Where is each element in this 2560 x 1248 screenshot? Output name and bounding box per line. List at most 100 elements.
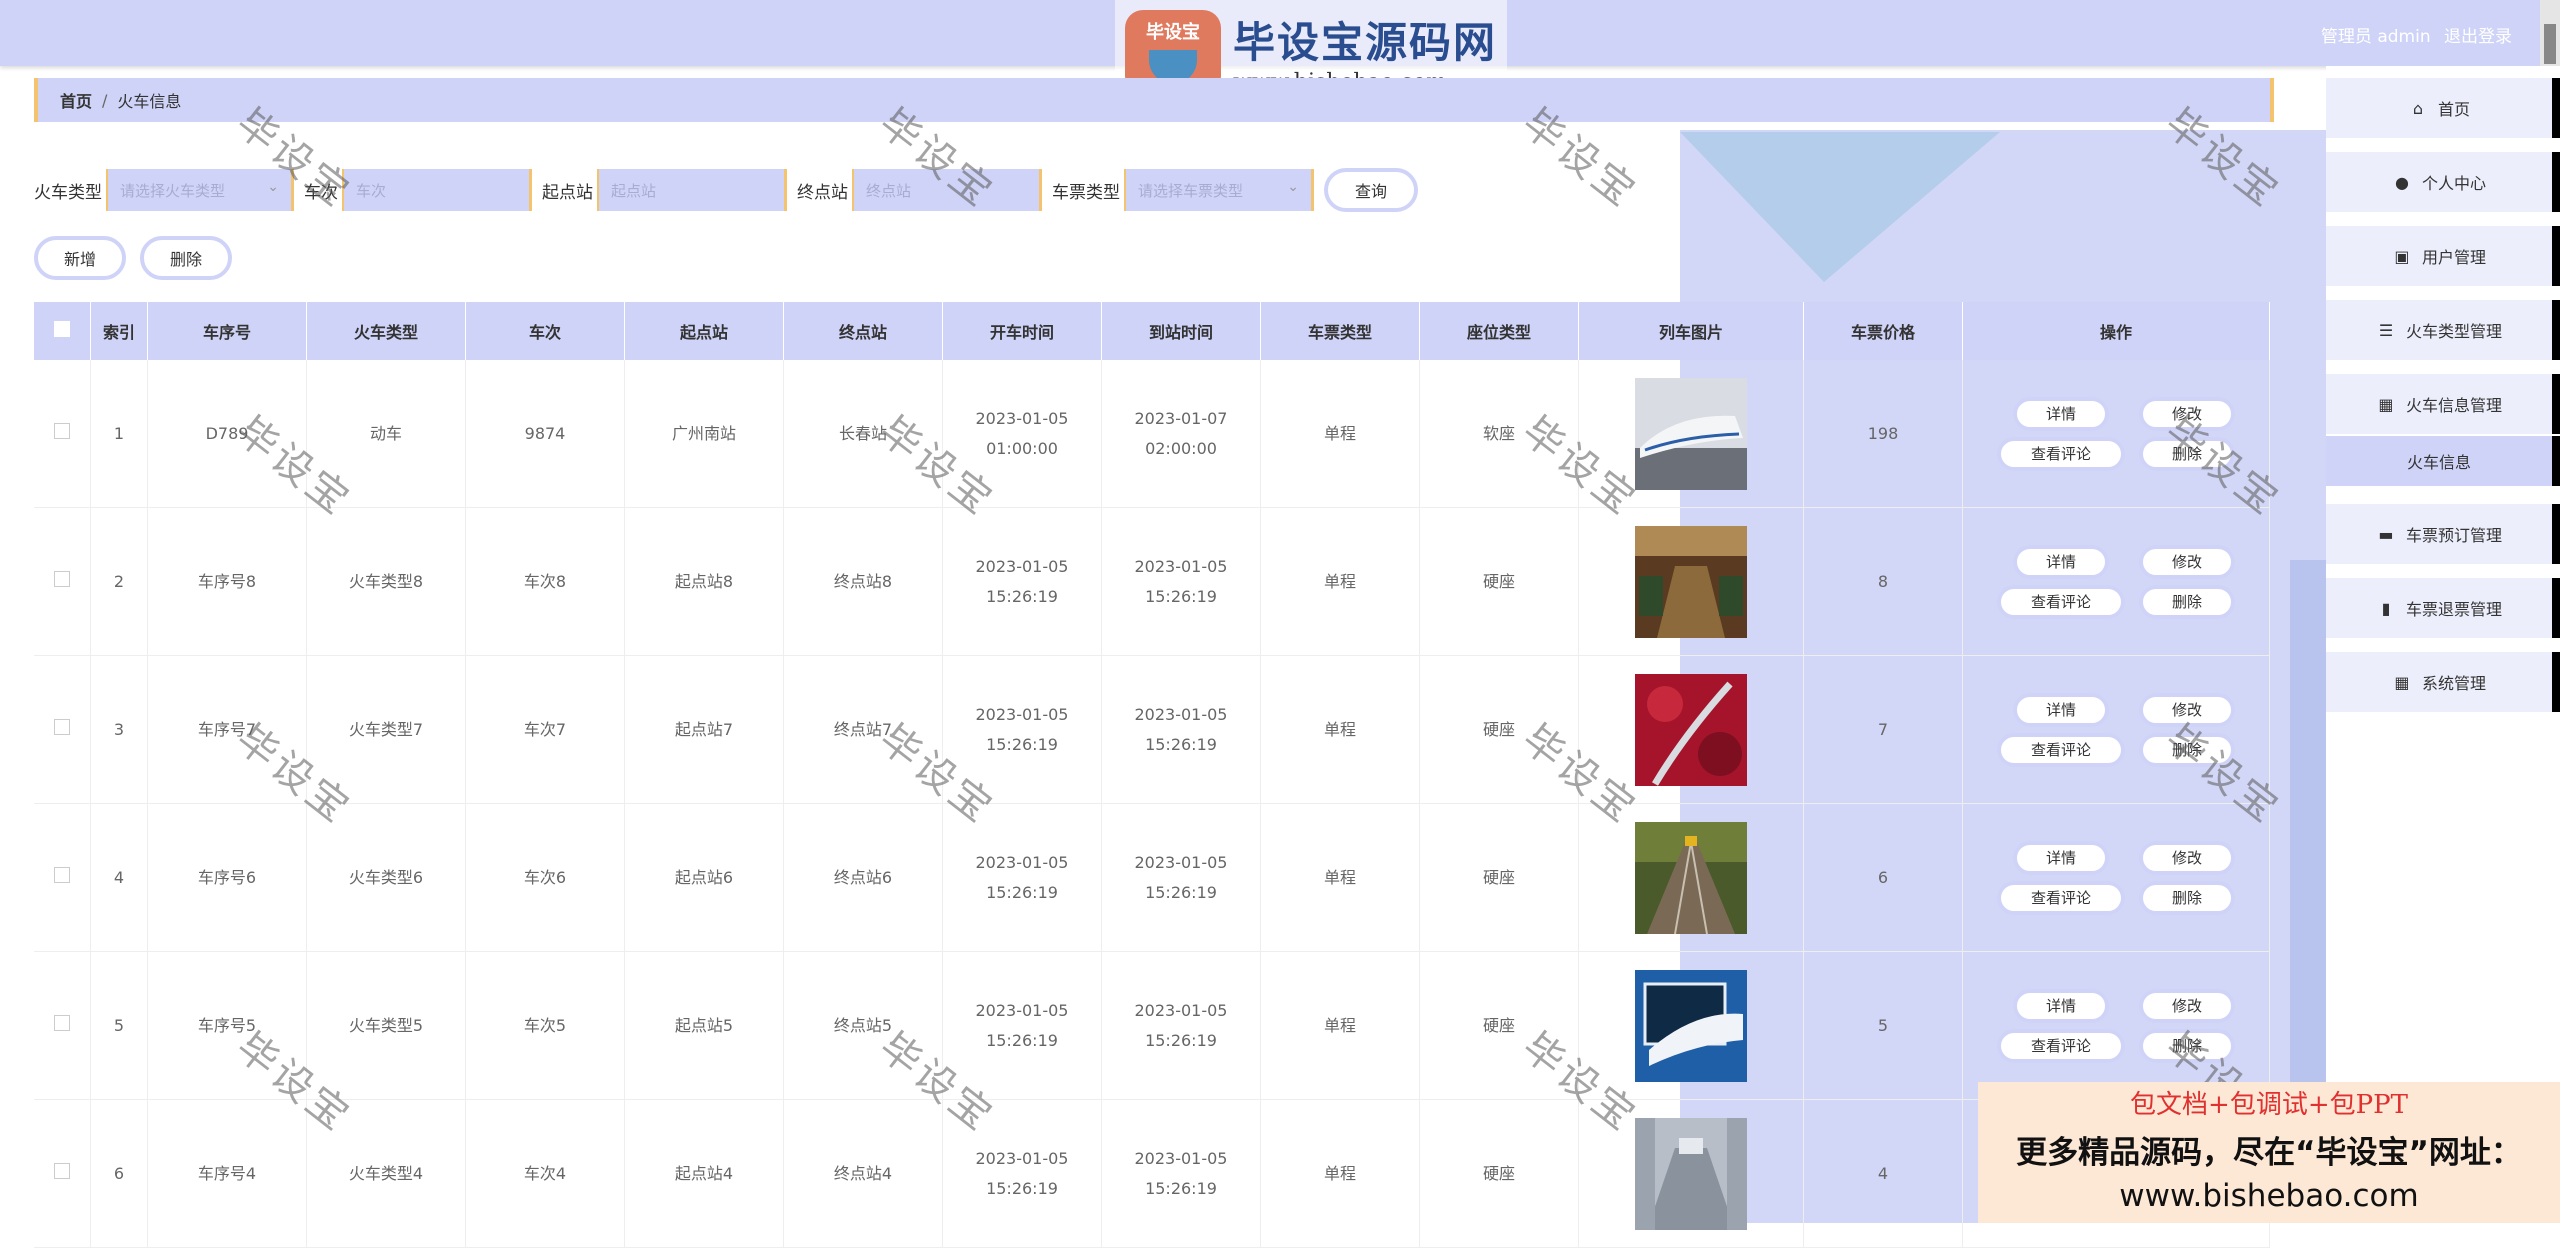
logout-link[interactable]: 退出登录 [2444,27,2512,47]
scrollbar[interactable] [2540,0,2560,66]
train-image[interactable] [1635,1117,1747,1230]
row-checkbox[interactable] [54,718,70,735]
column-header[interactable]: 座位类型 [1419,302,1579,360]
cell-seat-type: 软座 [1419,360,1579,508]
train-image[interactable] [1635,821,1747,934]
promo-banner[interactable]: 包文档+包调试+包PPT 更多精品源码，尽在“毕设宝”网址： www.bishe… [1978,1082,2560,1223]
table-row[interactable]: 5 车序号5 火车类型5 车次5 起点站5 终点站5 2023-01-05 15… [34,951,2270,1100]
view-comments-button[interactable]: 查看评论 [1997,436,2125,471]
column-header[interactable]: 开车时间 [942,302,1102,360]
column-header[interactable]: 车次 [465,302,625,360]
search-button[interactable]: 查询 [1324,168,1418,212]
breadcrumb-home[interactable]: 首页 [60,88,92,112]
ticket-type-select[interactable]: 请选择车票类型 ⌄ [1124,169,1314,211]
table-row[interactable]: 6 车序号4 火车类型4 车次4 起点站4 终点站4 2023-01-05 15… [34,1099,2270,1248]
cell-image [1578,803,1804,952]
scrollbar-thumb[interactable] [2544,24,2556,64]
column-header[interactable]: 列车图片 [1578,302,1804,360]
edit-button[interactable]: 修改 [2139,396,2235,431]
cell-ops: 详情 修改 查看评论 删除 [1962,803,2270,952]
sidebar-item-train-info-management[interactable]: ▦ 火车信息管理 [2326,374,2560,434]
delete-button[interactable]: 删除 [2139,436,2235,471]
sidebar-item-ticket-refund-management[interactable]: ▮ 车票退票管理 [2326,578,2560,638]
table-row[interactable]: 4 车序号6 火车类型6 车次6 起点站6 终点站6 2023-01-05 15… [34,803,2270,952]
detail-button[interactable]: 详情 [2013,692,2109,727]
sidebar-item-train-type-management[interactable]: ☰ 火车类型管理 [2326,300,2560,360]
cell-seq: 车序号4 [147,1099,307,1248]
monitor-icon: ▬ [2378,524,2394,544]
cell-image [1578,360,1804,508]
sidebar-item-ticket-booking-management[interactable]: ▬ 车票预订管理 [2326,504,2560,564]
column-header[interactable]: 车序号 [147,302,307,360]
view-comments-button[interactable]: 查看评论 [1997,584,2125,619]
view-comments-button[interactable]: 查看评论 [1997,880,2125,915]
cell-train-no: 车次5 [465,951,625,1100]
row-checkbox[interactable] [54,422,70,439]
edit-button[interactable]: 修改 [2139,840,2235,875]
view-comments-button[interactable]: 查看评论 [1997,1028,2125,1063]
ticket-type-label: 车票类型 [1052,182,1120,203]
edit-button[interactable]: 修改 [2139,988,2235,1023]
sidebar-item-profile[interactable]: ● 个人中心 [2326,152,2560,212]
train-image[interactable] [1635,673,1747,786]
sidebar-subitem-train-info[interactable]: 火车信息 [2326,436,2560,486]
delete-button[interactable]: 删除 [2139,584,2235,619]
row-checkbox[interactable] [54,570,70,587]
edit-button[interactable]: 修改 [2139,544,2235,579]
column-header[interactable]: 火车类型 [306,302,466,360]
detail-button[interactable]: 详情 [2013,396,2109,431]
train-image[interactable] [1635,525,1747,638]
promo-line-3: www.bishebao.com [2119,1178,2419,1214]
detail-button[interactable]: 详情 [2013,988,2109,1023]
column-header[interactable]: 终点站 [783,302,943,360]
row-checkbox[interactable] [54,1014,70,1031]
cell-ops: 详情 修改 查看评论 删除 [1962,507,2270,656]
sidebar-item-label: 火车信息管理 [2405,396,2502,415]
sidebar-item-home[interactable]: ⌂ 首页 [2326,78,2560,138]
row-select-cell [34,655,91,804]
batch-delete-button[interactable]: 删除 [140,236,232,280]
cell-arrive: 2023-01-05 15:26:19 [1101,803,1261,952]
end-station-input[interactable]: 终点站 [852,169,1042,211]
cell-seq: 车序号5 [147,951,307,1100]
delete-button[interactable]: 删除 [2139,1028,2235,1063]
cell-ops: 详情 修改 查看评论 删除 [1962,360,2270,508]
cell-price: 4 [1803,1099,1963,1248]
column-header[interactable]: 车票价格 [1803,302,1963,360]
column-header[interactable]: 到站时间 [1101,302,1261,360]
detail-button[interactable]: 详情 [2013,544,2109,579]
delete-button[interactable]: 删除 [2139,732,2235,767]
view-comments-button[interactable]: 查看评论 [1997,732,2125,767]
train-type-select[interactable]: 请选择火车类型 ⌄ [106,169,294,211]
column-header[interactable]: 索引 [90,302,148,360]
edit-button[interactable]: 修改 [2139,692,2235,727]
table-row[interactable]: 1 D789 动车 9874 广州南站 长春站 2023-01-05 01:00… [34,360,2270,508]
detail-button[interactable]: 详情 [2013,840,2109,875]
row-checkbox[interactable] [54,866,70,883]
train-image[interactable] [1635,377,1747,490]
add-button[interactable]: 新增 [34,236,126,280]
start-station-input[interactable]: 起点站 [597,169,787,211]
breadcrumb: 首页 / 火车信息 [34,78,2274,122]
column-header[interactable]: 操作 [1962,302,2270,360]
cell-price: 198 [1803,360,1963,508]
column-header[interactable]: 车票类型 [1260,302,1420,360]
sidebar-item-user-management[interactable]: ▣ 用户管理 [2326,226,2560,286]
cell-index: 2 [90,507,148,656]
train-image[interactable] [1635,969,1747,1082]
cell-train-no: 车次4 [465,1099,625,1248]
table-row[interactable]: 2 车序号8 火车类型8 车次8 起点站8 终点站8 2023-01-05 15… [34,507,2270,656]
table-row[interactable]: 3 车序号7 火车类型7 车次7 起点站7 终点站7 2023-01-05 15… [34,655,2270,804]
add-button-label: 新增 [63,250,96,269]
cell-depart: 2023-01-05 15:26:19 [942,803,1102,952]
sidebar-item-system-management[interactable]: ▦ 系统管理 [2326,652,2560,712]
train-no-input[interactable]: 车次 [342,169,532,211]
logo-badge-text: 毕设宝 [1146,21,1200,43]
select-all-checkbox[interactable] [54,321,70,337]
cell-seat-type: 硬座 [1419,951,1579,1100]
column-header[interactable]: 起点站 [624,302,784,360]
delete-button[interactable]: 删除 [2139,880,2235,915]
cell-seat-type: 硬座 [1419,1099,1579,1248]
cell-seat-type: 硬座 [1419,803,1579,952]
row-checkbox[interactable] [54,1162,70,1179]
